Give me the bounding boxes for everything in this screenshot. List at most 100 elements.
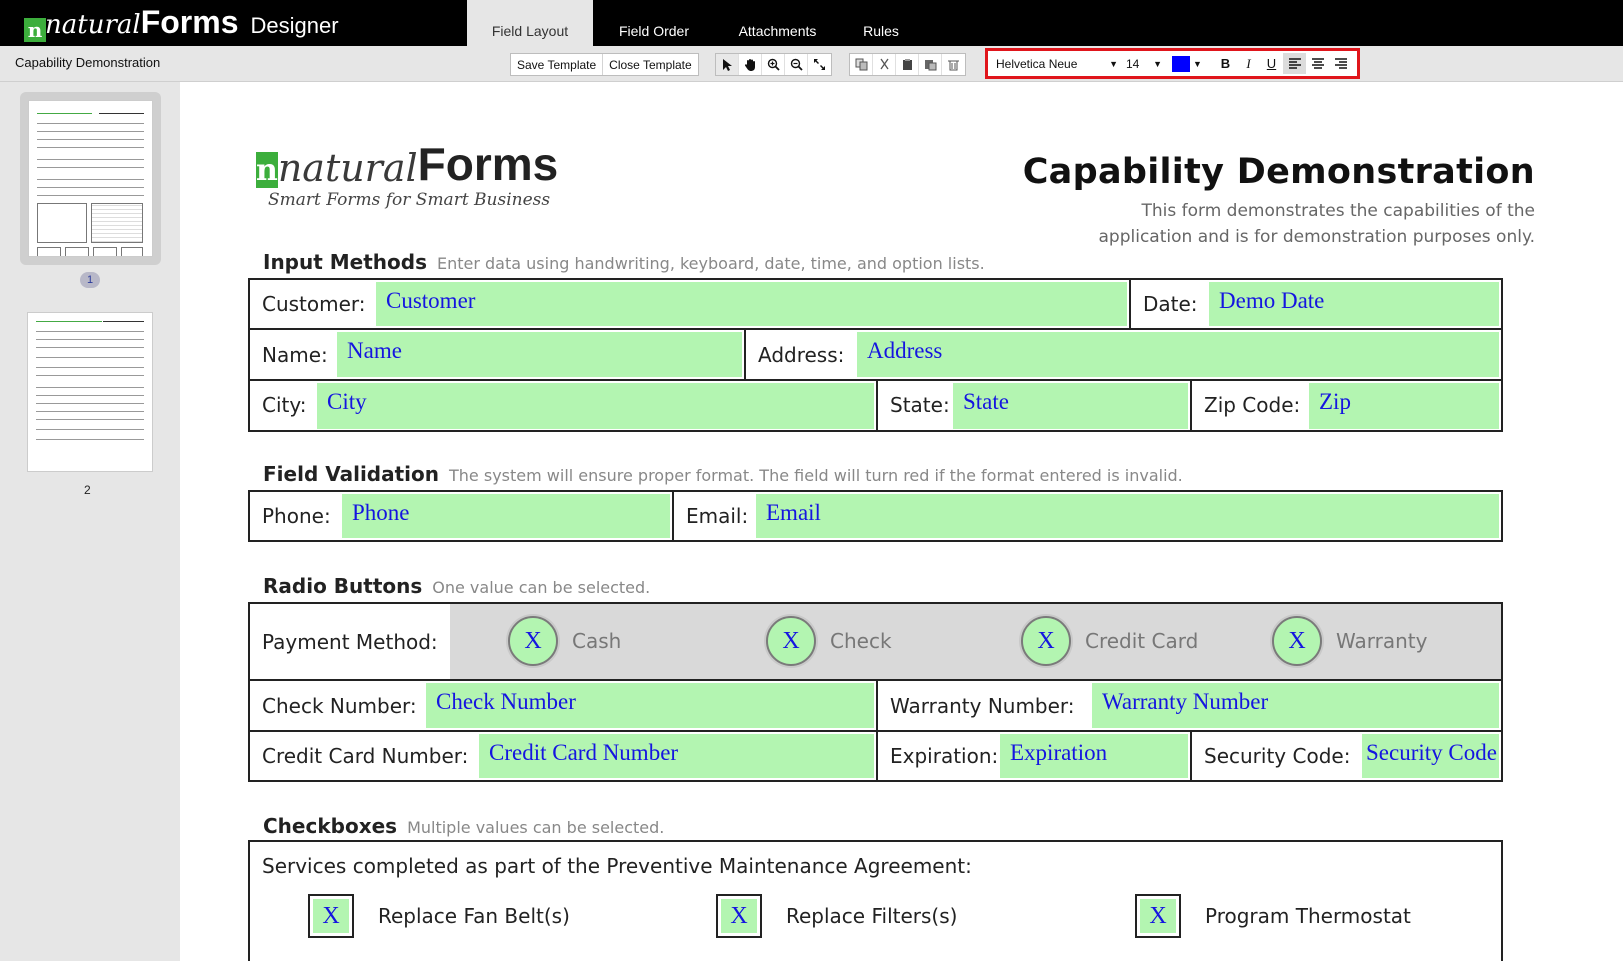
section-title: Input Methods xyxy=(263,250,427,274)
security-code-field[interactable]: Security Code xyxy=(1362,734,1499,778)
fit-icon[interactable] xyxy=(808,54,831,75)
font-family-select[interactable]: Helvetica Neue ▼ xyxy=(992,53,1122,74)
align-right-icon[interactable] xyxy=(1329,53,1352,74)
section-hint: Multiple values can be selected. xyxy=(407,818,665,837)
main-tabs: Field Layout Field Order Attachments Rul… xyxy=(467,0,922,46)
field-label: Email: xyxy=(686,504,749,528)
credit-card-number-field[interactable]: Credit Card Number xyxy=(479,734,874,778)
chevron-down-icon: ▼ xyxy=(1193,58,1202,69)
field-label: Address: xyxy=(758,343,845,367)
underline-button[interactable]: U xyxy=(1260,53,1283,74)
form-canvas: n natural Forms Smart Forms for Smart Bu… xyxy=(180,82,1623,961)
input-methods-box: Customer: Customer Date: Demo Date Name:… xyxy=(248,278,1503,432)
app-logo: n natural Forms Designer xyxy=(24,4,339,42)
radio-cash[interactable]: X Cash xyxy=(508,616,621,666)
close-template-button[interactable]: Close Template xyxy=(603,54,698,75)
tab-field-order[interactable]: Field Order xyxy=(593,0,715,46)
checkbox-replace-filters[interactable]: X Replace Filters(s) xyxy=(716,894,957,938)
page-thumbnail-2[interactable] xyxy=(27,312,153,472)
radio-check[interactable]: X Check xyxy=(766,616,892,666)
city-field[interactable]: City xyxy=(317,383,874,429)
bold-button[interactable]: B xyxy=(1214,53,1237,74)
italic-button[interactable]: I xyxy=(1237,53,1260,74)
align-center-icon[interactable] xyxy=(1306,53,1329,74)
zoom-out-icon[interactable] xyxy=(785,54,808,75)
payment-method-group: X Cash X Check X Credit Card X Warranty xyxy=(450,604,1501,679)
form-logo-forms: Forms xyxy=(417,138,559,190)
radio-mark: X xyxy=(1021,616,1071,666)
checkbox-mark: X xyxy=(721,899,757,933)
email-field[interactable]: Email xyxy=(756,494,1499,538)
chevron-down-icon: ▼ xyxy=(1109,58,1118,69)
zip-field[interactable]: Zip xyxy=(1309,383,1499,429)
radio-buttons-box: Payment Method: X Cash X Check X Credit … xyxy=(248,602,1503,782)
checkbox-box: X xyxy=(308,894,354,938)
tab-attachments[interactable]: Attachments xyxy=(715,0,840,46)
paste-icon[interactable] xyxy=(896,54,919,75)
form-logo-tagline: Smart Forms for Smart Business xyxy=(268,190,551,210)
section-hint: The system will ensure proper format. Th… xyxy=(449,466,1183,485)
field-label: Zip Code: xyxy=(1204,393,1301,417)
page-number-2: 2 xyxy=(84,483,91,497)
view-tools xyxy=(715,53,832,76)
form-logo-natural: natural xyxy=(277,146,418,190)
checkbox-replace-fan-belts[interactable]: X Replace Fan Belt(s) xyxy=(308,894,570,938)
state-field[interactable]: State xyxy=(953,383,1188,429)
hand-icon[interactable] xyxy=(739,54,762,75)
format-toolbar: Helvetica Neue ▼ 14 ▼ ▼ B I U xyxy=(985,48,1360,79)
text-style-buttons: B I U xyxy=(1214,53,1352,74)
radio-mark: X xyxy=(508,616,558,666)
date-field[interactable]: Demo Date xyxy=(1209,282,1499,326)
font-size-select[interactable]: 14 ▼ xyxy=(1122,53,1166,74)
zoom-in-icon[interactable] xyxy=(762,54,785,75)
checkbox-box: X xyxy=(1135,894,1181,938)
warranty-number-field[interactable]: Warranty Number xyxy=(1092,683,1499,728)
radio-mark: X xyxy=(1272,616,1322,666)
field-label: Payment Method: xyxy=(262,630,438,654)
page-number-1: 1 xyxy=(80,272,100,288)
radio-credit-card[interactable]: X Credit Card xyxy=(1021,616,1198,666)
tab-field-layout[interactable]: Field Layout xyxy=(467,0,593,46)
section-input-methods: Input Methods Enter data using handwriti… xyxy=(263,250,985,274)
name-field[interactable]: Name xyxy=(337,332,742,377)
field-label: Customer: xyxy=(262,292,366,316)
section-title: Radio Buttons xyxy=(263,574,423,598)
field-label: City: xyxy=(262,393,307,417)
radio-label: Warranty xyxy=(1336,629,1428,653)
field-label: State: xyxy=(890,393,950,417)
section-hint: Enter data using handwriting, keyboard, … xyxy=(436,254,985,273)
field-label: Warranty Number: xyxy=(890,694,1075,718)
paste-format-icon[interactable] xyxy=(919,54,942,75)
font-family-value: Helvetica Neue xyxy=(996,56,1078,71)
tab-rules[interactable]: Rules xyxy=(840,0,922,46)
expiration-field[interactable]: Expiration xyxy=(1000,734,1188,778)
font-color-select[interactable]: ▼ xyxy=(1166,53,1206,74)
field-label: Check Number: xyxy=(262,694,417,718)
align-left-icon[interactable] xyxy=(1283,53,1306,74)
radio-warranty[interactable]: X Warranty xyxy=(1272,616,1427,666)
checkbox-label: Replace Fan Belt(s) xyxy=(378,904,570,928)
field-label: Date: xyxy=(1143,292,1198,316)
radio-label: Credit Card xyxy=(1085,629,1199,653)
delete-icon[interactable] xyxy=(942,54,965,75)
phone-field[interactable]: Phone xyxy=(342,494,670,538)
copy-icon[interactable] xyxy=(850,54,873,75)
section-checkboxes: Checkboxes Multiple values can be select… xyxy=(263,814,664,838)
checkbox-program-thermostat[interactable]: X Program Thermostat xyxy=(1135,894,1411,938)
customer-field[interactable]: Customer xyxy=(376,282,1127,326)
section-field-validation: Field Validation The system will ensure … xyxy=(263,462,1183,486)
save-template-button[interactable]: Save Template xyxy=(511,54,604,75)
section-hint: One value can be selected. xyxy=(432,578,651,597)
pointer-icon[interactable] xyxy=(716,54,739,75)
form-logo-n: n xyxy=(256,152,278,188)
form-subtitle: This form demonstrates the capabilities … xyxy=(1098,201,1535,247)
section-title: Field Validation xyxy=(263,462,440,486)
address-field[interactable]: Address xyxy=(857,332,1499,377)
form-title: Capability Demonstration xyxy=(1022,152,1535,192)
page-thumbnail-1[interactable] xyxy=(20,92,161,265)
radio-label: Check xyxy=(830,629,892,653)
toolbar: Capability Demonstration Save Template C… xyxy=(0,46,1623,82)
check-number-field[interactable]: Check Number xyxy=(426,683,874,728)
chevron-down-icon: ▼ xyxy=(1153,58,1162,69)
cut-icon[interactable] xyxy=(873,54,896,75)
